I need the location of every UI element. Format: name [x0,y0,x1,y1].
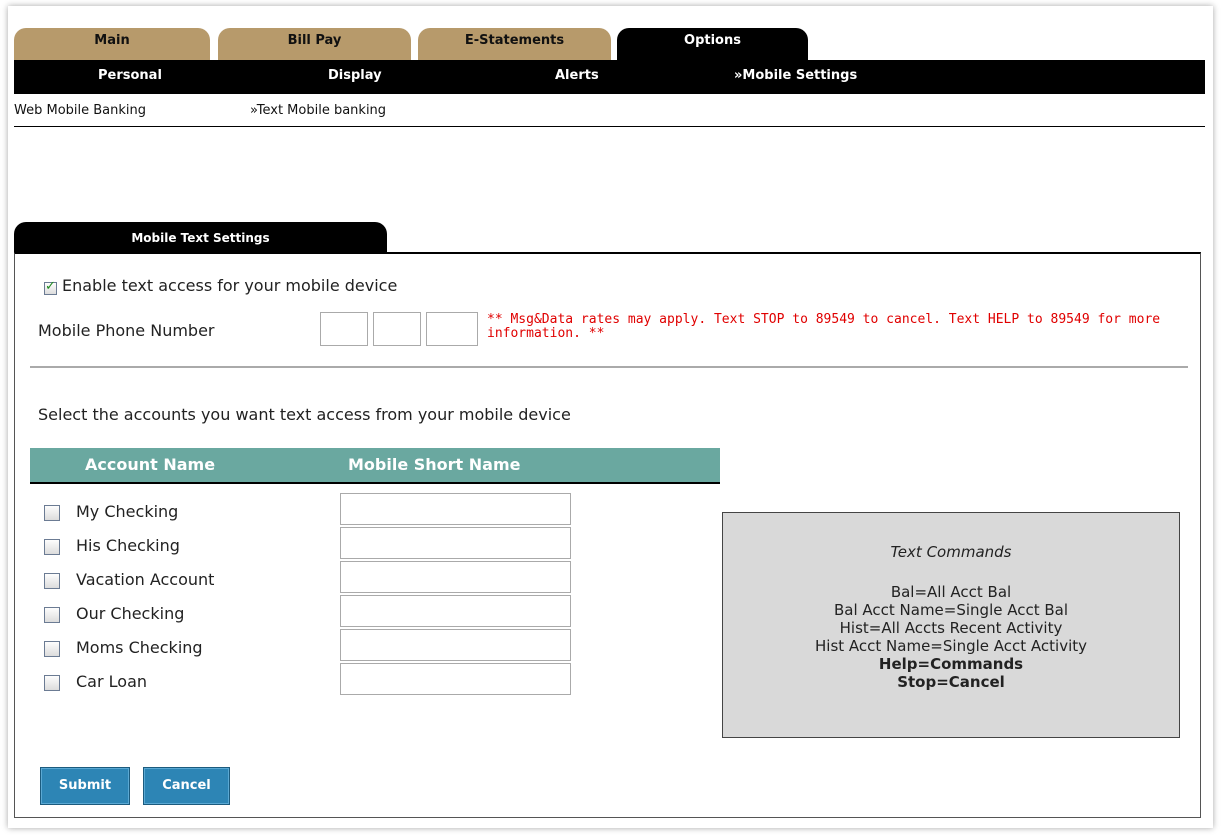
subnav-display[interactable]: Display [328,60,382,94]
table-row: Moms Checking [44,629,644,665]
text-commands-title: Text Commands [890,543,1012,561]
account-checkbox[interactable] [44,539,60,555]
table-row: My Checking [44,493,644,529]
command-line: Bal Acct Name=Single Acct Bal [833,601,1069,619]
enable-text-checkbox[interactable] [44,279,57,295]
text-commands-box: Text Commands Bal=All Acct Bal Bal Acct … [722,512,1180,738]
subnav-web-mobile-banking[interactable]: Web Mobile Banking [14,103,146,118]
table-row: Our Checking [44,595,644,631]
command-line: Hist=All Accts Recent Activity [839,619,1063,637]
command-line: Hist Acct Name=Single Acct Activity [815,637,1087,655]
mobile-subnav: Web Mobile Banking »Text Mobile banking [14,100,1205,127]
short-name-input[interactable] [340,527,571,559]
sms-disclaimer: ** Msg&Data rates may apply. Text STOP t… [487,312,1161,341]
account-name: Car Loan [76,672,148,691]
short-name-input[interactable] [340,663,571,695]
phone-prefix-input[interactable] [373,312,421,346]
accounts-table-header: Account Name Mobile Short Name [30,448,720,484]
subnav-text-mobile-banking[interactable]: »Text Mobile banking [250,103,386,118]
table-row: Vacation Account [44,561,644,597]
short-name-input[interactable] [340,561,571,593]
command-line: Bal=All Acct Bal [890,583,1012,601]
account-name: Our Checking [76,604,185,623]
select-accounts-prompt: Select the accounts you want text access… [38,405,571,424]
phone-line-input[interactable] [426,312,478,346]
short-name-input[interactable] [340,595,571,627]
submit-button[interactable]: Submit [40,767,130,805]
account-name: My Checking [76,502,179,521]
phone-area-code-input[interactable] [320,312,368,346]
header-mobile-short-name: Mobile Short Name [348,455,521,474]
account-name: Vacation Account [76,570,215,589]
subnav-mobile-settings[interactable]: »Mobile Settings [734,60,857,94]
account-name: Moms Checking [76,638,203,657]
cancel-button[interactable]: Cancel [143,767,230,805]
account-checkbox[interactable] [44,675,60,691]
divider [30,366,1188,368]
subnav-personal[interactable]: Personal [98,60,162,94]
table-row: His Checking [44,527,644,563]
text-commands-list: Bal=All Acct Bal Bal Acct Name=Single Ac… [723,583,1179,691]
phone-label: Mobile Phone Number [38,321,215,340]
account-name: His Checking [76,536,180,555]
account-checkbox[interactable] [44,505,60,521]
command-line: Help=Commands [878,655,1024,673]
account-checkbox[interactable] [44,607,60,623]
short-name-input[interactable] [340,629,571,661]
command-line: Stop=Cancel [897,673,1005,691]
header-account-name: Account Name [85,455,216,474]
short-name-input[interactable] [340,493,571,525]
table-row: Car Loan [44,663,644,699]
account-checkbox[interactable] [44,641,60,657]
enable-text-label: Enable text access for your mobile devic… [62,276,398,295]
subnav-bar: Personal Display Alerts »Mobile Settings [14,60,1205,94]
subnav-alerts[interactable]: Alerts [555,60,599,94]
account-checkbox[interactable] [44,573,60,589]
panel-tab-mobile-text-settings: Mobile Text Settings [14,222,387,252]
